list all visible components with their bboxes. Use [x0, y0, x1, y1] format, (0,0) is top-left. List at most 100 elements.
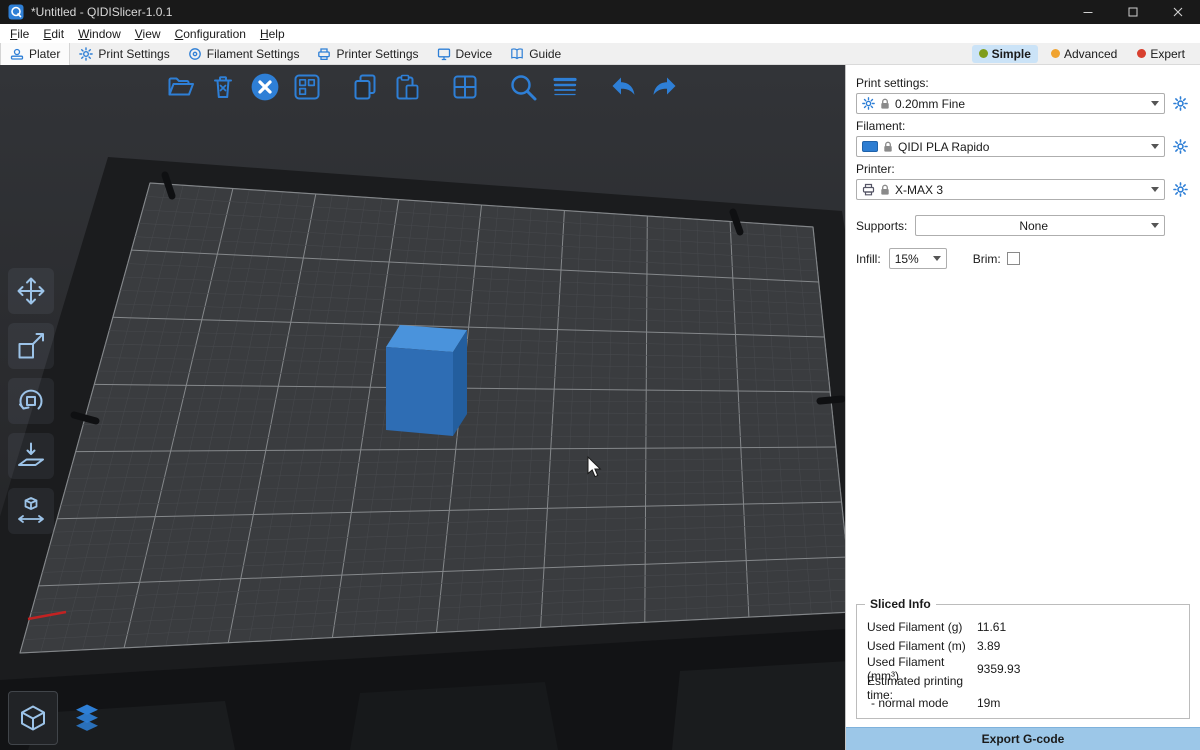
- minimize-button[interactable]: [1065, 0, 1110, 24]
- chevron-down-icon: [1151, 223, 1159, 228]
- printer-combo[interactable]: X-MAX 3: [856, 179, 1165, 200]
- menu-view[interactable]: View: [128, 26, 168, 42]
- place-on-face-button[interactable]: [8, 433, 54, 479]
- sliced-info-title: Sliced Info: [865, 597, 936, 611]
- scale-icon: [16, 331, 46, 361]
- tab-print-settings[interactable]: Print Settings: [70, 43, 178, 65]
- filament-color-swatch: [862, 141, 878, 152]
- redo-button[interactable]: [649, 70, 681, 104]
- view-mode-switcher: [8, 691, 112, 745]
- tab-device[interactable]: Device: [428, 43, 502, 65]
- print-settings-label: Print settings:: [856, 76, 1190, 90]
- split-button[interactable]: [449, 70, 481, 104]
- preview-layers-icon: [72, 702, 102, 734]
- mode-switcher: Simple Advanced Expert: [972, 45, 1200, 63]
- chevron-down-icon: [1151, 101, 1159, 106]
- printer-gear-button[interactable]: [1170, 180, 1190, 200]
- tab-filament-settings[interactable]: Filament Settings: [179, 43, 309, 65]
- sliced-info-row: Used Filament (g) 11.61: [867, 617, 1179, 636]
- menu-window[interactable]: Window: [71, 26, 128, 42]
- simple-mode-dot-icon: [979, 49, 988, 58]
- gear-icon: [862, 97, 875, 110]
- maximize-icon: [1128, 7, 1138, 17]
- infill-value: 15%: [895, 252, 928, 266]
- tab-guide[interactable]: Guide: [501, 43, 570, 65]
- rotate-button[interactable]: [8, 378, 54, 424]
- menu-configuration[interactable]: Configuration: [168, 26, 253, 42]
- menubar: File Edit Window View Configuration Help: [0, 24, 1200, 43]
- gear-icon: [1173, 182, 1188, 197]
- mode-label: Simple: [992, 47, 1031, 61]
- lock-icon: [883, 141, 893, 153]
- move-button[interactable]: [8, 268, 54, 314]
- window-title: *Untitled - QIDISlicer-1.0.1: [31, 5, 172, 19]
- chevron-down-icon: [1151, 187, 1159, 192]
- arrange-button[interactable]: [291, 70, 323, 104]
- 3d-editor-view-button[interactable]: [8, 691, 58, 745]
- lock-icon: [880, 184, 890, 196]
- mode-label: Advanced: [1064, 47, 1117, 61]
- mode-simple[interactable]: Simple: [972, 45, 1038, 63]
- printer-label: Printer:: [856, 162, 1190, 176]
- tab-label: Guide: [529, 47, 561, 61]
- mode-label: Expert: [1150, 47, 1185, 61]
- open-folder-icon: [167, 73, 195, 101]
- menu-edit[interactable]: Edit: [36, 26, 71, 42]
- split-objects-icon: [451, 73, 479, 101]
- expert-mode-dot-icon: [1137, 49, 1146, 58]
- lock-icon: [880, 98, 890, 110]
- tab-label: Plater: [29, 47, 60, 61]
- tab-label: Filament Settings: [207, 47, 300, 61]
- copy-icon: [351, 73, 379, 101]
- brim-label: Brim:: [973, 252, 1001, 266]
- mode-expert[interactable]: Expert: [1130, 45, 1192, 63]
- cut-button[interactable]: [8, 488, 54, 534]
- filament-label: Filament:: [856, 119, 1190, 133]
- search-button[interactable]: [507, 70, 539, 104]
- tab-printer-settings[interactable]: Printer Settings: [308, 43, 427, 65]
- preview-button[interactable]: [62, 691, 112, 745]
- arrange-icon: [293, 73, 321, 101]
- infill-combo[interactable]: 15%: [889, 248, 947, 269]
- copy-button[interactable]: [349, 70, 381, 104]
- advanced-mode-dot-icon: [1051, 49, 1060, 58]
- sliced-info-row: - normal mode 19m: [867, 693, 1179, 712]
- tab-label: Device: [456, 47, 493, 61]
- filament-value: QIDI PLA Rapido: [898, 140, 1146, 154]
- supports-value: None: [921, 219, 1146, 233]
- delete-button[interactable]: [207, 70, 239, 104]
- filament-gear-button[interactable]: [1170, 137, 1190, 157]
- variable-layer-height-button[interactable]: [549, 70, 581, 104]
- tab-plater[interactable]: Plater: [0, 43, 70, 65]
- delete-all-button[interactable]: [249, 70, 281, 104]
- filament-combo[interactable]: QIDI PLA Rapido: [856, 136, 1165, 157]
- filament-spool-icon: [188, 47, 202, 61]
- print-bed-scene: [0, 65, 845, 750]
- maximize-button[interactable]: [1110, 0, 1155, 24]
- mode-advanced[interactable]: Advanced: [1044, 45, 1124, 63]
- object-toolbar: [0, 70, 845, 104]
- close-button[interactable]: [1155, 0, 1200, 24]
- paste-button[interactable]: [391, 70, 423, 104]
- rotate-icon: [16, 386, 46, 416]
- close-icon: [1173, 7, 1183, 17]
- menu-file[interactable]: File: [3, 26, 36, 42]
- scale-button[interactable]: [8, 323, 54, 369]
- delete-trash-icon: [209, 73, 237, 101]
- model-cube[interactable]: [386, 325, 467, 436]
- print-settings-combo[interactable]: 0.20mm Fine: [856, 93, 1165, 114]
- gear-icon: [1173, 96, 1188, 111]
- supports-combo[interactable]: None: [915, 215, 1165, 236]
- open-file-button[interactable]: [165, 70, 197, 104]
- titlebar: *Untitled - QIDISlicer-1.0.1: [0, 0, 1200, 24]
- supports-label: Supports:: [856, 219, 907, 233]
- 3d-viewport[interactable]: [0, 65, 845, 750]
- menu-help[interactable]: Help: [253, 26, 292, 42]
- export-gcode-button[interactable]: Export G-code: [846, 727, 1200, 750]
- cut-icon: [16, 496, 46, 526]
- brim-checkbox[interactable]: [1007, 252, 1020, 265]
- undo-button[interactable]: [607, 70, 639, 104]
- print-settings-gear-button[interactable]: [1170, 94, 1190, 114]
- guide-book-icon: [510, 47, 524, 61]
- sliced-info-row: Used Filament (m) 3.89: [867, 636, 1179, 655]
